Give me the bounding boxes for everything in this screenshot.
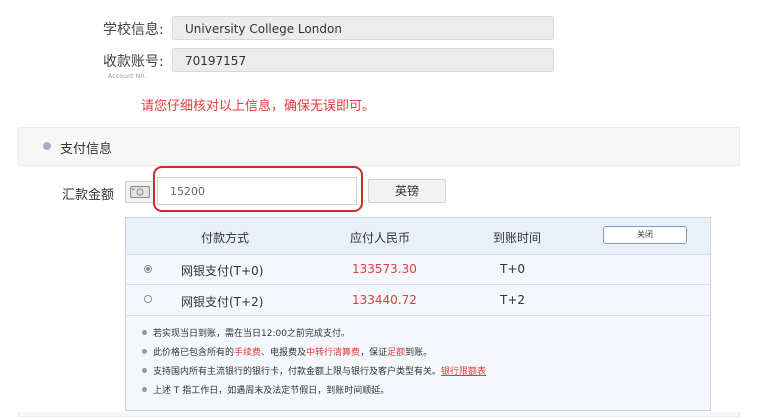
note-bullet-icon <box>142 387 147 392</box>
note-bullet-icon <box>142 349 147 354</box>
header-method: 付款方式 <box>201 231 250 245</box>
close-button[interactable]: 关闭 <box>603 226 687 244</box>
panel-divider <box>18 165 740 166</box>
note-item: 此价格已包含所有的手续费、电报费及中转行清算费，保证足额到账。 <box>142 345 432 358</box>
school-field: University College London <box>172 16 554 40</box>
header-arrival: 到账时间 <box>493 231 542 245</box>
note-text: 若实现当日到账，需在当日12:00之前完成支付。 <box>153 329 350 339</box>
note-text: 到账。 <box>405 348 433 358</box>
account-label: 收款账号: <box>103 54 164 70</box>
note-text: 上述 T 指工作日，如遇周末及法定节假日，到账时间顺延。 <box>153 386 390 396</box>
radio-t0[interactable] <box>144 265 152 273</box>
note-text: ，保证 <box>360 348 388 358</box>
note-item: 支持国内所有主流银行的银行卡，付款金额上限与银行及客户类型有关。银行限额表 <box>142 364 486 377</box>
amount-label: 汇款金额 <box>62 188 115 203</box>
bank-limit-link[interactable]: 银行限额表 <box>441 367 486 377</box>
row-arrival: T+2 <box>500 293 526 307</box>
table-row[interactable]: 网银支付(T+0) 133573.30 T+0 <box>126 255 710 284</box>
highlight-annotation <box>153 166 363 212</box>
row-divider <box>126 315 710 316</box>
note-item: 若实现当日到账，需在当日12:00之前完成支付。 <box>142 326 350 339</box>
cash-icon <box>125 181 155 203</box>
currency-button[interactable]: 英镑 <box>368 179 446 203</box>
account-caption: Account N0. <box>108 73 147 80</box>
row-rmb: 133573.30 <box>352 262 417 276</box>
radio-t2[interactable] <box>144 295 152 303</box>
note-item: 上述 T 指工作日，如遇周末及法定节假日，到账时间顺延。 <box>142 383 389 396</box>
header-rmb: 应付人民币 <box>350 231 411 245</box>
note-text: 支持国内所有主流银行的银行卡，付款金额上限与银行及客户类型有关。 <box>153 367 442 377</box>
full-amount-highlight: 足额 <box>387 348 406 358</box>
note-bullet-icon <box>142 368 147 373</box>
section-title: 支付信息 <box>60 142 113 157</box>
row-arrival: T+0 <box>500 262 526 276</box>
row-method: 网银支付(T+0) <box>181 264 264 278</box>
section-bullet-icon <box>43 142 51 150</box>
fee-highlight: 手续费 <box>234 348 262 358</box>
school-label: 学校信息: <box>103 22 164 38</box>
note-text: 此价格已包含所有的 <box>153 348 235 358</box>
note-text: 、电报费及 <box>261 348 307 358</box>
account-field: 70197157 <box>172 48 554 72</box>
row-rmb: 133440.72 <box>352 293 417 307</box>
note-bullet-icon <box>142 330 147 335</box>
row-method: 网银支付(T+2) <box>181 295 264 309</box>
table-row[interactable]: 网银支付(T+2) 133440.72 T+2 <box>126 285 710 314</box>
verify-notice: 请您仔细核对以上信息，确保无误即可。 <box>141 99 376 114</box>
clearing-fee-highlight: 中转行清算费 <box>306 348 361 358</box>
